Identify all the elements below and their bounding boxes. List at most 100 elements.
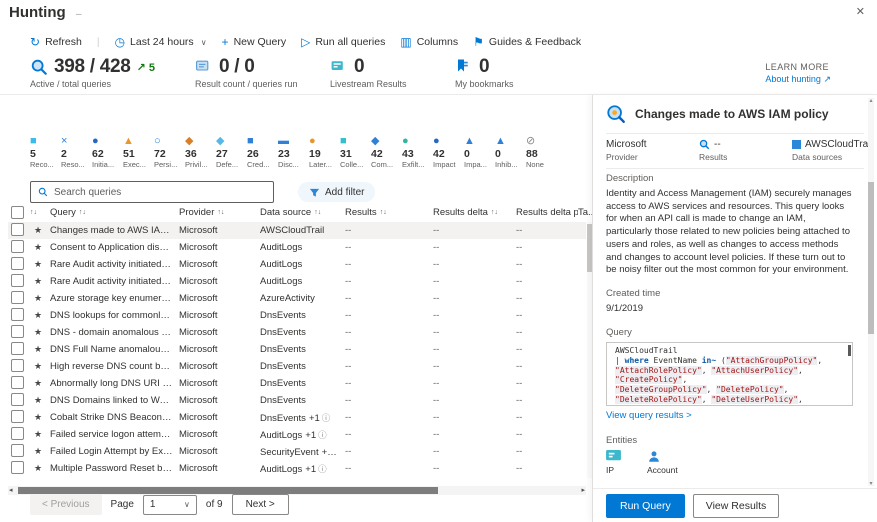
favorite-star-icon[interactable]: ★ (30, 344, 50, 355)
column-query[interactable]: Query ↑↓ (50, 207, 179, 218)
table-row[interactable]: ★ Consent to Application discovery Micro… (8, 239, 586, 256)
scroll-right-arrow-icon[interactable]: ▸ (581, 486, 585, 495)
row-checkbox[interactable] (11, 409, 24, 423)
panel-vertical-scrollbar[interactable]: ▴ ▾ (868, 97, 874, 487)
favorite-star-icon[interactable]: ★ (30, 361, 50, 372)
favorite-star-icon[interactable]: ★ (30, 327, 50, 338)
favorite-star-icon[interactable]: ★ (30, 446, 50, 457)
tactic-filter[interactable]: ● 19 Later... (309, 134, 340, 169)
previous-page-button[interactable]: < Previous (30, 494, 102, 515)
column-results-delta[interactable]: Results delta ↑↓ (433, 207, 516, 218)
table-row[interactable]: ★ High reverse DNS count by host Microso… (8, 358, 586, 375)
code-scrollbar-thumb[interactable] (848, 345, 851, 357)
row-checkbox[interactable] (11, 273, 24, 287)
close-icon[interactable]: ✕ (856, 5, 865, 18)
query-list: ★ Changes made to AWS IAM policy Microso… (8, 222, 586, 478)
table-row[interactable]: ★ Cobalt Strike DNS Beaconing Microsoft … (8, 409, 586, 426)
column-favorite-sort[interactable]: ↑↓ (30, 209, 50, 216)
view-query-results-link[interactable]: View query results > (606, 410, 853, 421)
tactic-filter[interactable]: ○ 72 Persi... (154, 134, 185, 169)
tactic-filter[interactable]: ■ 5 Reco... (30, 134, 61, 169)
row-checkbox[interactable] (11, 307, 24, 321)
new-query-button[interactable]: + New Query (222, 36, 287, 48)
favorite-star-icon[interactable]: ★ (30, 412, 50, 423)
tactic-filter[interactable]: ◆ 27 Defe... (216, 134, 247, 169)
about-hunting-link[interactable]: About hunting ↗ (765, 74, 831, 85)
tactic-filter[interactable]: ● 43 Exfilt... (402, 134, 433, 169)
row-checkbox[interactable] (11, 375, 24, 389)
table-row[interactable]: ★ DNS - domain anomalous lookup in... Mi… (8, 324, 586, 341)
tactic-filter[interactable]: ▬ 23 Disc... (278, 134, 309, 169)
favorite-star-icon[interactable]: ★ (30, 429, 50, 440)
tactic-filter[interactable]: ● 42 Impact (433, 134, 464, 169)
tactic-filter[interactable]: ▲ 51 Exec... (123, 134, 154, 169)
column-results-delta-per[interactable]: Results delta per...↑↓ (516, 207, 578, 218)
favorite-star-icon[interactable]: ★ (30, 310, 50, 321)
table-row[interactable]: ★ Multiple Password Reset by user Micros… (8, 460, 586, 477)
row-checkbox[interactable] (11, 324, 24, 338)
select-all-checkbox[interactable] (11, 205, 24, 219)
table-row[interactable]: ★ Changes made to AWS IAM policy Microso… (8, 222, 586, 239)
table-row[interactable]: ★ Rare Audit activity initiated by User … (8, 273, 586, 290)
scroll-up-arrow-icon[interactable]: ▴ (868, 97, 874, 104)
favorite-star-icon[interactable]: ★ (30, 293, 50, 304)
query-name-cell: Multiple Password Reset by user (50, 463, 179, 474)
row-checkbox[interactable] (11, 256, 24, 270)
query-name-cell: DNS - domain anomalous lookup in... (50, 327, 179, 338)
favorite-star-icon[interactable]: ★ (30, 276, 50, 287)
table-row[interactable]: ★ Abnormally long DNS URI queries Micros… (8, 375, 586, 392)
column-data-source[interactable]: Data source ↑↓ (260, 207, 345, 218)
favorite-star-icon[interactable]: ★ (30, 242, 50, 253)
page-number-select[interactable]: 1 ∨ (142, 494, 197, 515)
table-row[interactable]: ★ Failed service logon attempt by user..… (8, 426, 586, 443)
next-page-button[interactable]: Next > (231, 494, 289, 515)
table-row[interactable]: ★ DNS lookups for commonly abused ... Mi… (8, 307, 586, 324)
tactic-filter[interactable]: × 2 Reso... (61, 134, 92, 169)
row-checkbox[interactable] (11, 426, 24, 440)
horizontal-scrollbar-thumb[interactable] (18, 487, 438, 494)
column-results[interactable]: Results ↑↓ (345, 207, 433, 218)
scroll-down-arrow-icon[interactable]: ▾ (868, 480, 874, 487)
tactic-filter[interactable]: ● 62 Initia... (92, 134, 123, 169)
tactic-filter[interactable]: ■ 31 Colle... (340, 134, 371, 169)
row-checkbox[interactable] (11, 392, 24, 406)
query-code-block[interactable]: AWSCloudTrail | where EventName in~ ("Att… (606, 342, 853, 407)
row-checkbox[interactable] (11, 341, 24, 355)
table-row[interactable]: ★ DNS Domains linked to WannaCry ra... M… (8, 392, 586, 409)
favorite-star-icon[interactable]: ★ (30, 259, 50, 270)
time-range-dropdown[interactable]: ◷ Last 24 hours ∨ (115, 36, 207, 48)
tactic-filter[interactable]: ■ 26 Cred... (247, 134, 278, 169)
tactic-filter[interactable]: ▲ 0 Impa... (464, 134, 495, 169)
table-row[interactable]: ★ Rare Audit activity initiated by App M… (8, 256, 586, 273)
column-provider[interactable]: Provider ↑↓ (179, 207, 260, 218)
tactic-filter[interactable]: ▲ 0 Inhib... (495, 134, 526, 169)
add-filter-button[interactable]: Add filter (298, 182, 376, 202)
row-checkbox[interactable] (11, 222, 24, 236)
favorite-star-icon[interactable]: ★ (30, 225, 50, 236)
row-checkbox[interactable] (11, 239, 24, 253)
row-checkbox[interactable] (11, 290, 24, 304)
view-results-button[interactable]: View Results (692, 493, 780, 518)
columns-button[interactable]: ▥ Columns (400, 36, 458, 48)
panel-vertical-scrollbar-thumb[interactable] (868, 182, 874, 334)
run-query-button[interactable]: Run Query (606, 493, 685, 518)
refresh-button[interactable]: ↻ Refresh (30, 36, 82, 48)
pin-icon[interactable]: – (76, 9, 82, 20)
search-input[interactable]: Search queries (30, 181, 274, 203)
scroll-left-arrow-icon[interactable]: ◂ (9, 486, 13, 495)
table-row[interactable]: ★ Azure storage key enumeration Microsof… (8, 290, 586, 307)
row-checkbox[interactable] (11, 358, 24, 372)
tactic-filter[interactable]: ◆ 42 Com... (371, 134, 402, 169)
guides-feedback-button[interactable]: ⚑ Guides & Feedback (473, 36, 581, 48)
row-checkbox[interactable] (11, 460, 24, 474)
tactic-filter[interactable]: ◆ 36 Privil... (185, 134, 216, 169)
favorite-star-icon[interactable]: ★ (30, 378, 50, 389)
tactic-filter[interactable]: ⊘ 88 None (526, 134, 557, 169)
favorite-star-icon[interactable]: ★ (30, 395, 50, 406)
row-checkbox[interactable] (11, 443, 24, 457)
run-all-queries-button[interactable]: ▷ Run all queries (301, 36, 385, 48)
favorite-star-icon[interactable]: ★ (30, 463, 50, 474)
table-row[interactable]: ★ DNS Full Name anomalous lookup i... Mi… (8, 341, 586, 358)
results-delta-per-cell: -- (516, 242, 523, 253)
table-row[interactable]: ★ Failed Login Attempt by Expired acc...… (8, 443, 586, 460)
